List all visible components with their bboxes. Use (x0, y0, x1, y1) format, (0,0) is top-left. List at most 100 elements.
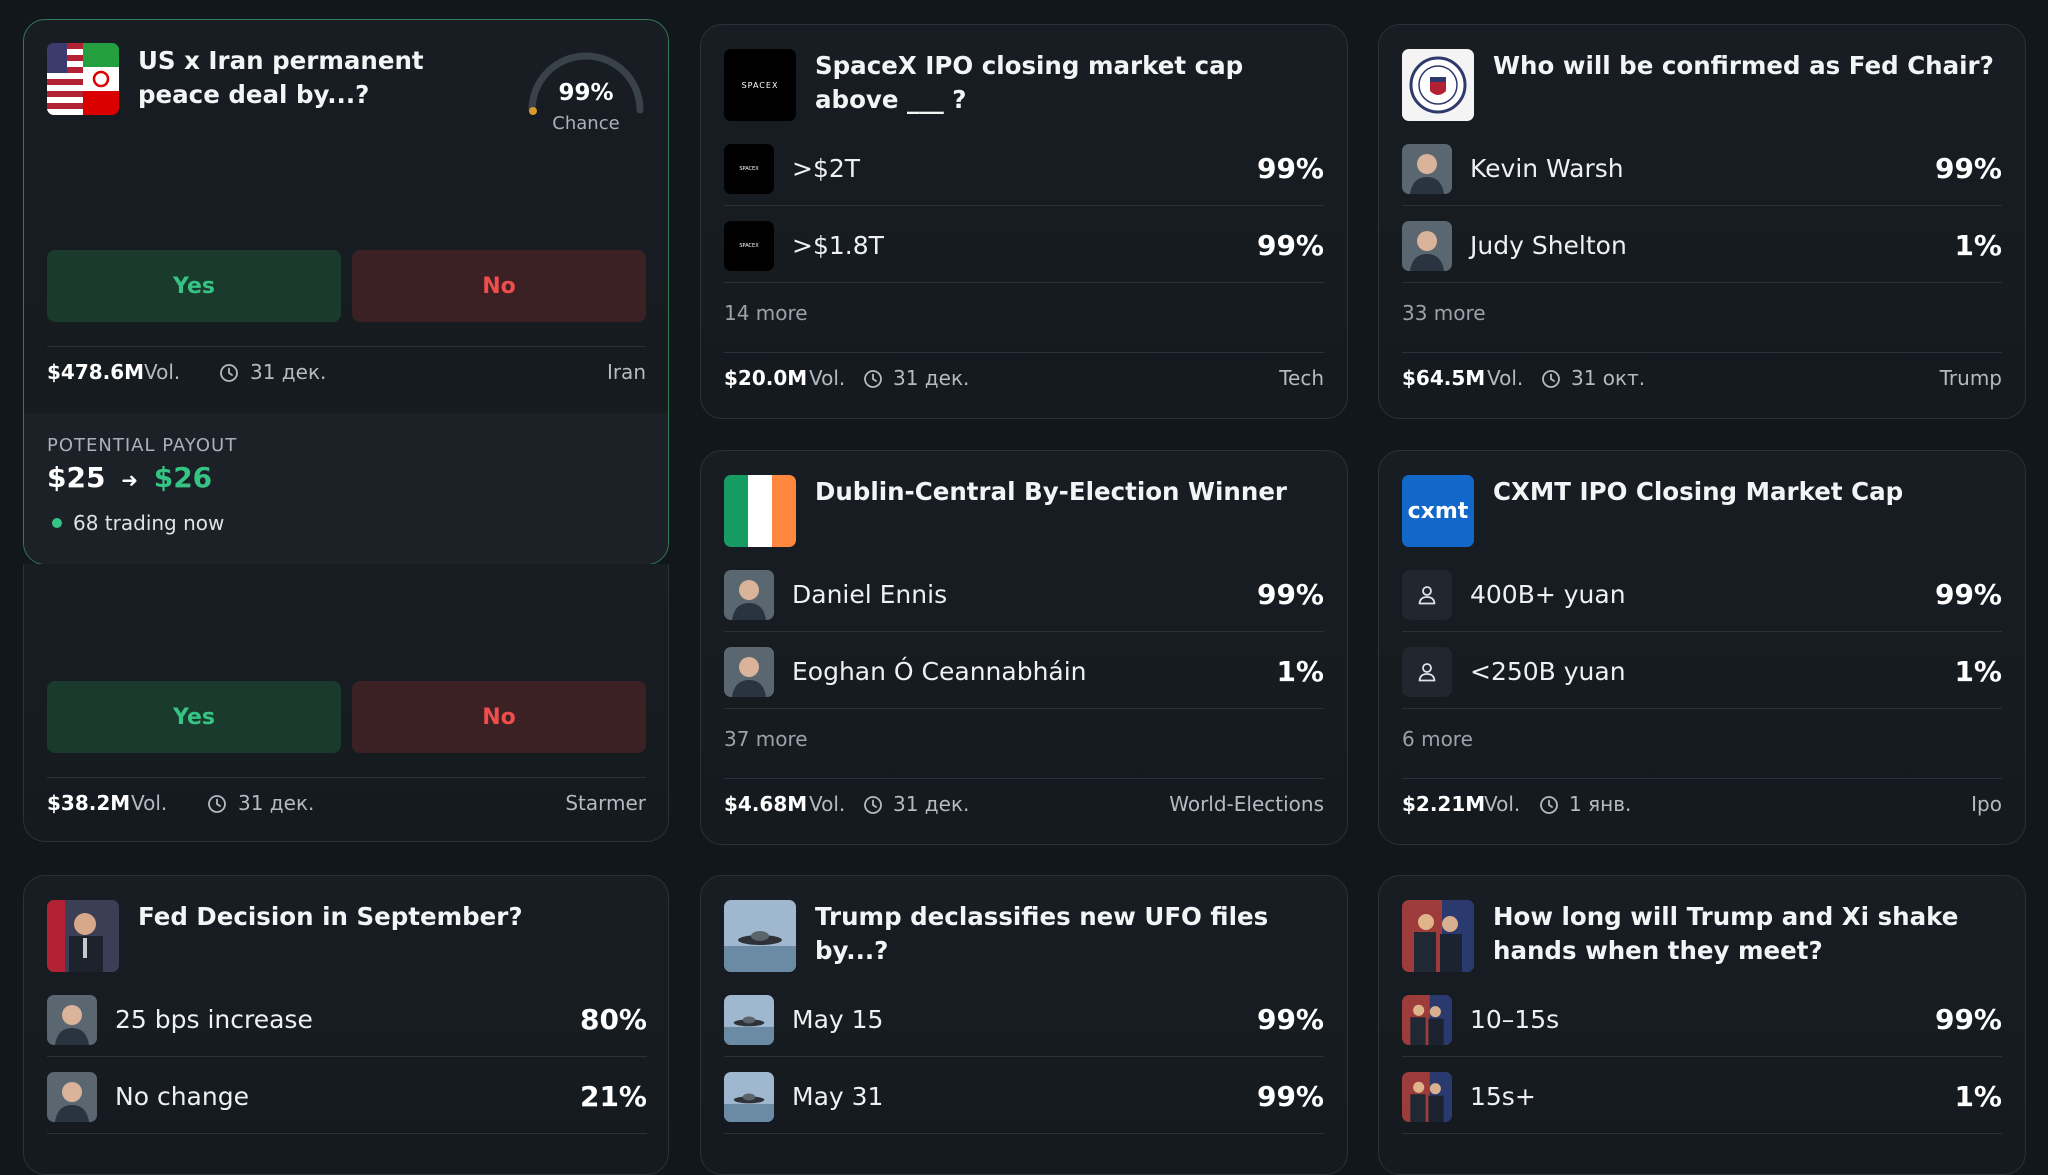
outcome-row[interactable]: Kevin Warsh 99% (1402, 144, 2002, 194)
market-title[interactable]: Fed Decision in September? (138, 900, 648, 934)
outcome-row[interactable]: SPACEX >$1.8T 99% (724, 221, 1324, 271)
no-button[interactable]: No (352, 250, 646, 322)
category-tag[interactable]: Iran (607, 360, 646, 384)
market-card-fed-chair[interactable]: Who will be confirmed as Fed Chair? Kevi… (1378, 24, 2026, 419)
card-footer: $4.68M Vol. 31 дек. World-Elections (724, 792, 1324, 822)
payout-label: POTENTIAL PAYOUT (47, 435, 238, 456)
person-icon (1402, 570, 1452, 620)
market-title[interactable]: Who will be confirmed as Fed Chair? (1493, 49, 2003, 83)
category-tag[interactable]: Ipo (1971, 792, 2002, 816)
outcome-percent: 80% (579, 1003, 647, 1036)
outcome-row[interactable]: No change 21% (47, 1072, 647, 1122)
outcome-percent: 1% (1276, 655, 1324, 688)
ufo-thumbnail (724, 995, 774, 1045)
market-card-starmer[interactable]: Yes No $38.2M Vol. 31 дек. Starmer (23, 564, 669, 842)
candidate-photo (1402, 221, 1452, 271)
outcome-label: 400B+ yuan (1470, 580, 1626, 609)
market-card-trump-xi-handshake[interactable]: How long will Trump and Xi shake hands w… (1378, 875, 2026, 1175)
volume-value: $20.0M (724, 366, 808, 390)
ufo-thumbnail (724, 1072, 774, 1122)
outcome-row[interactable]: <250B yuan 1% (1402, 647, 2002, 697)
outcome-row[interactable]: Daniel Ennis 99% (724, 570, 1324, 620)
market-card-ufo-files[interactable]: Trump declassifies new UFO files by...? … (700, 875, 1348, 1175)
market-title[interactable]: US x Iran permanent peace deal by...? (138, 44, 498, 112)
market-card-spacex-ipo[interactable]: SPACEX SpaceX IPO closing market cap abo… (700, 24, 1348, 419)
outcome-row[interactable]: 10–15s 99% (1402, 995, 2002, 1045)
outcome-label: Daniel Ennis (792, 580, 948, 609)
market-title[interactable]: CXMT IPO Closing Market Cap (1493, 475, 2003, 509)
market-title[interactable]: Trump declassifies new UFO files by...? (815, 900, 1325, 968)
payout-from: $25 (47, 461, 106, 494)
market-title[interactable]: SpaceX IPO closing market cap above ___ … (815, 49, 1325, 117)
more-outcomes-link[interactable]: 37 more (724, 727, 808, 751)
market-title[interactable]: Dublin-Central By-Election Winner (815, 475, 1325, 509)
outcome-percent: 99% (1934, 578, 2002, 611)
payout-panel: POTENTIAL PAYOUT $25 ➜ $26 68 trading no… (24, 413, 668, 564)
outcome-percent: 99% (1934, 152, 2002, 185)
clock-icon (1539, 795, 1559, 815)
volume-label: Vol. (1484, 792, 1521, 816)
divider (1402, 282, 2002, 283)
more-outcomes-link[interactable]: 6 more (1402, 727, 1473, 751)
clock-icon (863, 369, 883, 389)
volume-value: $38.2M (47, 791, 131, 815)
outcome-row[interactable]: 25 bps increase 80% (47, 995, 647, 1045)
arrow-right-icon: ➜ (121, 468, 138, 492)
outcome-label: <250B yuan (1470, 657, 1626, 686)
card-footer: $20.0M Vol. 31 дек. Tech (724, 366, 1324, 396)
ufo-image (724, 900, 796, 972)
chance-gauge: 99% Chance (524, 36, 648, 134)
divider (1402, 708, 2002, 709)
outcome-label: 15s+ (1470, 1082, 1536, 1111)
yes-button[interactable]: Yes (47, 250, 341, 322)
outcome-row[interactable]: Eoghan Ó Ceannabháin 1% (724, 647, 1324, 697)
card-footer: $38.2M Vol. 31 дек. Starmer (47, 791, 646, 821)
category-tag[interactable]: Tech (1279, 366, 1324, 390)
clock-icon (863, 795, 883, 815)
divider (1402, 352, 2002, 353)
divider (724, 1133, 1324, 1134)
outcome-label: Kevin Warsh (1470, 154, 1624, 183)
outcome-row[interactable]: SPACEX >$2T 99% (724, 144, 1324, 194)
market-card-fed-september[interactable]: Fed Decision in September? 25 bps increa… (23, 875, 669, 1175)
divider (724, 708, 1324, 709)
trading-now: 68 trading now (73, 511, 225, 535)
divider (724, 1056, 1324, 1057)
divider (1402, 1056, 2002, 1057)
outcome-row[interactable]: Judy Shelton 1% (1402, 221, 2002, 271)
more-outcomes-link[interactable]: 14 more (724, 301, 808, 325)
outcome-label: May 15 (792, 1005, 884, 1034)
yes-button[interactable]: Yes (47, 681, 341, 753)
outcome-label: No change (115, 1082, 249, 1111)
outcome-label: 25 bps increase (115, 1005, 313, 1034)
category-tag[interactable]: Trump (1940, 366, 2002, 390)
card-footer: $478.6M Vol. 31 дек. Iran (47, 360, 646, 390)
outcome-percent: 99% (1256, 1080, 1324, 1113)
divider (47, 1056, 647, 1057)
outcome-label: 10–15s (1470, 1005, 1560, 1034)
outcome-percent: 99% (1256, 152, 1324, 185)
market-card-dublin-election[interactable]: Dublin-Central By-Election Winner Daniel… (700, 450, 1348, 845)
card-footer: $64.5M Vol. 31 окт. Trump (1402, 366, 2002, 396)
market-card-iran-peace[interactable]: US x Iran permanent peace deal by...? 99… (23, 19, 669, 565)
volume-value: $64.5M (1402, 366, 1486, 390)
market-title[interactable]: How long will Trump and Xi shake hands w… (1493, 900, 2003, 968)
category-tag[interactable]: World-Elections (1169, 792, 1324, 816)
clock-icon (219, 363, 239, 383)
outcome-row[interactable]: 400B+ yuan 99% (1402, 570, 2002, 620)
trump-xi-thumbnail (1402, 995, 1452, 1045)
outcome-row[interactable]: May 31 99% (724, 1072, 1324, 1122)
outcome-row[interactable]: May 15 99% (724, 995, 1324, 1045)
outcome-row[interactable]: 15s+ 1% (1402, 1072, 2002, 1122)
outcome-percent: 99% (1256, 229, 1324, 262)
market-card-cxmt-ipo[interactable]: cxmt CXMT IPO Closing Market Cap 400B+ y… (1378, 450, 2026, 845)
volume-label: Vol. (809, 366, 846, 390)
category-tag[interactable]: Starmer (565, 791, 646, 815)
divider (1402, 1133, 2002, 1134)
trump-xi-image (1402, 900, 1474, 972)
chance-value: 99% (558, 80, 614, 106)
more-outcomes-link[interactable]: 33 more (1402, 301, 1486, 325)
no-button[interactable]: No (352, 681, 646, 753)
person-icon (1402, 647, 1452, 697)
outcome-label: >$2T (792, 154, 861, 183)
